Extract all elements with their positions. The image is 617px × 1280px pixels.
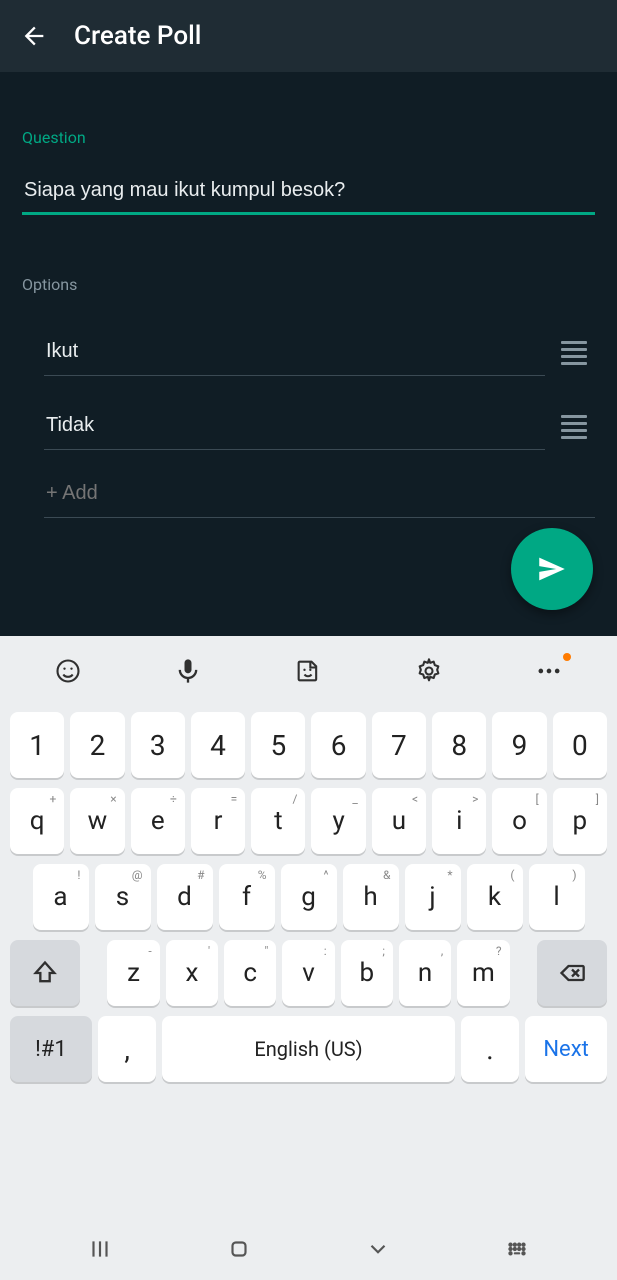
key-n[interactable]: n, [399, 940, 451, 1006]
key-s[interactable]: s@ [95, 864, 151, 930]
key-x[interactable]: x' [166, 940, 218, 1006]
key-v[interactable]: v: [282, 940, 334, 1006]
key-c[interactable]: c" [224, 940, 276, 1006]
keyboard-toolbar [0, 636, 617, 706]
key-j[interactable]: j* [405, 864, 461, 930]
add-option-input[interactable] [44, 464, 595, 518]
key-5[interactable]: 5 [251, 712, 305, 778]
period-key[interactable]: . [461, 1016, 519, 1082]
key-g[interactable]: g^ [281, 864, 337, 930]
key-z[interactable]: z- [107, 940, 159, 1006]
option-row [22, 386, 595, 460]
key-o[interactable]: o[ [492, 788, 546, 854]
symbols-key[interactable]: !#1 [10, 1016, 92, 1082]
key-q[interactable]: q+ [10, 788, 64, 854]
key-l[interactable]: l) [529, 864, 585, 930]
key-r[interactable]: r= [191, 788, 245, 854]
shift-key[interactable] [10, 940, 80, 1006]
back-button[interactable] [12, 14, 56, 58]
space-key[interactable]: English (US) [162, 1016, 454, 1082]
backspace-key[interactable] [537, 940, 607, 1006]
keyboard-keys: 1234567890 q+w×e÷r=t/y_u<i>o[p] a!s@d#f%… [0, 706, 617, 1218]
add-option-row [22, 464, 595, 518]
poll-form: Question Options [0, 72, 617, 636]
question-label: Question [22, 128, 595, 147]
shift-icon [31, 959, 59, 987]
option-input-1[interactable] [44, 322, 545, 376]
system-navbar [0, 1218, 617, 1280]
key-4[interactable]: 4 [191, 712, 245, 778]
key-e[interactable]: e÷ [131, 788, 185, 854]
mic-icon[interactable] [168, 651, 208, 691]
next-key[interactable]: Next [525, 1016, 607, 1082]
question-input[interactable] [22, 165, 595, 215]
key-0[interactable]: 0 [553, 712, 607, 778]
sticker-icon[interactable] [288, 651, 328, 691]
back-nav-button[interactable] [358, 1229, 398, 1269]
options-list [22, 312, 595, 518]
home-button[interactable] [219, 1229, 259, 1269]
page-title: Create Poll [74, 21, 201, 51]
key-3[interactable]: 3 [131, 712, 185, 778]
keyboard-icon [504, 1236, 530, 1262]
key-f[interactable]: f% [219, 864, 275, 930]
arrow-left-icon [20, 22, 48, 50]
key-w[interactable]: w× [70, 788, 124, 854]
key-t[interactable]: t/ [251, 788, 305, 854]
recents-icon [87, 1236, 113, 1262]
keyboard-switch-button[interactable] [497, 1229, 537, 1269]
key-7[interactable]: 7 [372, 712, 426, 778]
chevron-down-icon [365, 1236, 391, 1262]
key-1[interactable]: 1 [10, 712, 64, 778]
soft-keyboard: 1234567890 q+w×e÷r=t/y_u<i>o[p] a!s@d#f%… [0, 636, 617, 1218]
comma-key[interactable]: , [98, 1016, 156, 1082]
key-m[interactable]: m? [457, 940, 509, 1006]
emoji-icon[interactable] [48, 651, 88, 691]
key-a[interactable]: a! [33, 864, 89, 930]
notification-dot-icon [563, 653, 571, 661]
key-6[interactable]: 6 [311, 712, 365, 778]
key-d[interactable]: d# [157, 864, 213, 930]
drag-handle-icon[interactable] [561, 336, 595, 370]
key-k[interactable]: k( [467, 864, 523, 930]
key-i[interactable]: i> [432, 788, 486, 854]
app-bar: Create Poll [0, 0, 617, 72]
drag-handle-icon[interactable] [561, 410, 595, 444]
key-8[interactable]: 8 [432, 712, 486, 778]
key-h[interactable]: h& [343, 864, 399, 930]
recents-button[interactable] [80, 1229, 120, 1269]
gear-icon[interactable] [409, 651, 449, 691]
backspace-icon [558, 959, 586, 987]
options-label: Options [22, 275, 595, 294]
send-icon [535, 552, 569, 586]
key-y[interactable]: y_ [311, 788, 365, 854]
key-u[interactable]: u< [372, 788, 426, 854]
home-icon [226, 1236, 252, 1262]
key-b[interactable]: b; [341, 940, 393, 1006]
send-button[interactable] [511, 528, 593, 610]
key-2[interactable]: 2 [70, 712, 124, 778]
key-p[interactable]: p] [553, 788, 607, 854]
more-icon[interactable] [529, 651, 569, 691]
option-row [22, 312, 595, 386]
option-input-2[interactable] [44, 396, 545, 450]
key-9[interactable]: 9 [492, 712, 546, 778]
